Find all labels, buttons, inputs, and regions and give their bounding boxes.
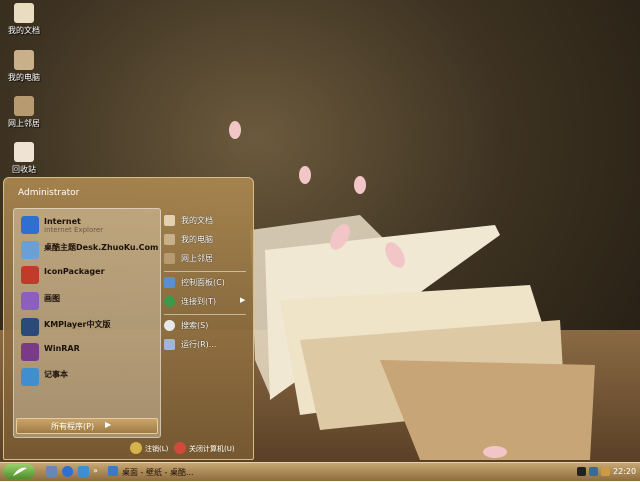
recycle-bin-icon bbox=[14, 142, 34, 162]
ie-icon[interactable] bbox=[62, 466, 73, 477]
show-desktop-icon[interactable] bbox=[46, 466, 57, 477]
program-internet[interactable]: Internet Internet Explorer bbox=[18, 215, 158, 235]
my-documents-icon bbox=[14, 3, 34, 23]
desktop-icon-network[interactable]: 网上邻居 bbox=[0, 96, 48, 129]
start-menu: Administrator Internet Internet Explorer… bbox=[3, 177, 254, 460]
divider bbox=[164, 314, 246, 315]
notepad-icon bbox=[21, 368, 39, 386]
paint-icon bbox=[21, 292, 39, 310]
search-icon bbox=[164, 320, 175, 331]
my-documents-icon bbox=[164, 215, 175, 226]
clock[interactable]: 22:20 bbox=[613, 467, 636, 476]
taskbar-task[interactable]: 桌面 - 壁纸 - 桌酷... bbox=[108, 464, 198, 479]
network-tray-icon[interactable] bbox=[589, 467, 598, 476]
place-control-panel[interactable]: 控制面板(C) bbox=[164, 275, 248, 291]
run-icon bbox=[164, 339, 175, 350]
media-player-icon[interactable] bbox=[78, 466, 89, 477]
network-icon bbox=[14, 96, 34, 116]
place-my-computer[interactable]: 我的电脑 bbox=[164, 232, 248, 248]
divider bbox=[164, 271, 246, 272]
window-icon bbox=[108, 466, 118, 476]
iconpackager-icon bbox=[21, 266, 39, 284]
my-computer-icon bbox=[164, 234, 175, 245]
program-winrar[interactable]: WinRAR bbox=[18, 342, 158, 362]
pinned-programs-panel: Internet Internet Explorer 桌酷主题Desk.Zhuo… bbox=[13, 208, 161, 438]
control-panel-icon bbox=[164, 277, 175, 288]
logoff-icon bbox=[130, 442, 142, 454]
program-zhuoku[interactable]: 桌酷主题Desk.ZhuoKu.Com bbox=[18, 240, 158, 260]
program-kmplayer[interactable]: KMPlayer中文版 bbox=[18, 317, 158, 337]
program-iconpackager[interactable]: IconPackager bbox=[18, 265, 158, 285]
tray-arrow-icon[interactable] bbox=[577, 467, 586, 476]
start-menu-footer: 注销(L) 关闭计算机(U) bbox=[4, 438, 253, 458]
program-notepad[interactable]: 记事本 bbox=[18, 367, 158, 387]
start-button[interactable] bbox=[3, 464, 35, 479]
network-icon bbox=[164, 253, 175, 264]
place-run[interactable]: 运行(R)... bbox=[164, 337, 248, 353]
zhuoku-icon bbox=[21, 241, 39, 259]
windows-leaf-icon bbox=[13, 467, 27, 476]
place-my-documents[interactable]: 我的文档 bbox=[164, 213, 248, 229]
volume-icon[interactable] bbox=[601, 467, 610, 476]
program-paint[interactable]: 画图 bbox=[18, 291, 158, 311]
system-tray: 22:20 bbox=[577, 464, 637, 479]
desktop-icon-recycle-bin[interactable]: 回收站 bbox=[0, 142, 48, 175]
power-icon bbox=[174, 442, 186, 454]
start-menu-user: Administrator bbox=[18, 188, 80, 198]
connect-icon bbox=[164, 296, 175, 307]
all-programs-button[interactable]: 所有程序(P) ▶ bbox=[16, 418, 158, 434]
arrow-right-icon: ▶ bbox=[240, 296, 246, 304]
my-computer-icon bbox=[14, 50, 34, 70]
arrow-right-icon: ▶ bbox=[105, 420, 112, 429]
place-connect-to[interactable]: 连接到(T) ▶ bbox=[164, 294, 248, 310]
winrar-icon bbox=[21, 343, 39, 361]
taskbar: » 桌面 - 壁纸 - 桌酷... 22:20 bbox=[0, 462, 640, 481]
place-search[interactable]: 搜索(S) bbox=[164, 318, 248, 334]
chevron-right-icon[interactable]: » bbox=[93, 466, 98, 475]
ie-icon bbox=[21, 216, 39, 234]
kmplayer-icon bbox=[21, 318, 39, 336]
desktop-icon-my-documents[interactable]: 我的文档 bbox=[0, 3, 48, 36]
desktop-icon-my-computer[interactable]: 我的电脑 bbox=[0, 50, 48, 83]
place-network[interactable]: 网上邻居 bbox=[164, 251, 248, 267]
